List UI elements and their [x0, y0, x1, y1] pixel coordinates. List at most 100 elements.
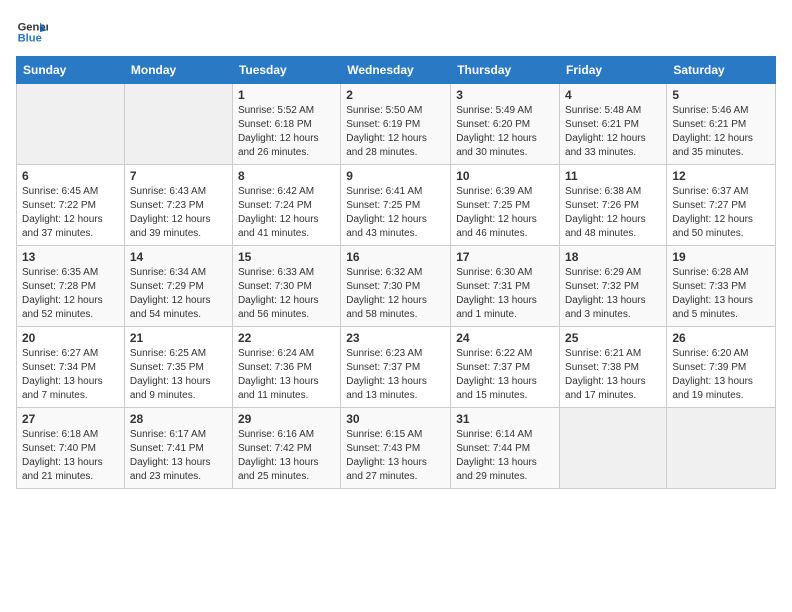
day-cell: 12 Sunrise: 6:37 AM Sunset: 7:27 PM Dayli…	[667, 165, 776, 246]
day-cell: 5 Sunrise: 5:46 AM Sunset: 6:21 PM Daylig…	[667, 84, 776, 165]
day-info: Sunrise: 6:15 AM Sunset: 7:43 PM Dayligh…	[346, 428, 445, 484]
week-row-4: 20Sunrise: 6:27 AM Sunset: 7:34 PM Dayli…	[17, 327, 776, 408]
day-info: Sunrise: 5:49 AM Sunset: 6:20 PM Dayligh…	[456, 104, 554, 160]
calendar-table: SundayMondayTuesdayWednesdayThursdayFrid…	[16, 56, 776, 489]
day-info: Sunrise: 6:17 AM Sunset: 7:41 PM Dayligh…	[130, 428, 227, 484]
day-cell: 1 Sunrise: 5:52 AM Sunset: 6:18 PM Daylig…	[232, 84, 340, 165]
day-cell	[17, 84, 125, 165]
day-info: Sunrise: 6:41 AM Sunset: 7:25 PM Dayligh…	[346, 185, 445, 241]
logo: General Blue	[16, 16, 52, 48]
week-row-3: 13 Sunrise: 6:35 AM Sunset: 7:28 PM Dayli…	[17, 246, 776, 327]
day-info: Sunrise: 6:30 AM Sunset: 7:31 PM Dayligh…	[456, 266, 554, 322]
day-number: 25	[565, 331, 661, 345]
day-number: 27	[22, 412, 119, 426]
day-number: 10	[456, 169, 554, 183]
day-cell: 3 Sunrise: 5:49 AM Sunset: 6:20 PM Daylig…	[451, 84, 560, 165]
day-number: 16	[346, 250, 445, 264]
day-number: 5	[672, 88, 770, 102]
day-info: Sunrise: 6:24 AM Sunset: 7:36 PM Dayligh…	[238, 347, 335, 403]
day-cell	[667, 408, 776, 489]
col-header-monday: Monday	[124, 57, 232, 84]
day-cell: 29 Sunrise: 6:16 AM Sunset: 7:42 PM Dayli…	[232, 408, 340, 489]
day-info: Sunrise: 6:28 AM Sunset: 7:33 PM Dayligh…	[672, 266, 770, 322]
day-info: Sunrise: 6:38 AM Sunset: 7:26 PM Dayligh…	[565, 185, 661, 241]
day-info: Sunrise: 6:25 AM Sunset: 7:35 PM Dayligh…	[130, 347, 227, 403]
day-info: Sunrise: 6:18 AM Sunset: 7:40 PM Dayligh…	[22, 428, 119, 484]
day-info: Sunrise: 6:43 AM Sunset: 7:23 PM Dayligh…	[130, 185, 227, 241]
day-number: 12	[672, 169, 770, 183]
day-number: 21	[130, 331, 227, 345]
day-cell: 24Sunrise: 6:22 AM Sunset: 7:37 PM Dayli…	[451, 327, 560, 408]
col-header-sunday: Sunday	[17, 57, 125, 84]
svg-text:Blue: Blue	[18, 33, 42, 45]
day-cell: 11 Sunrise: 6:38 AM Sunset: 7:26 PM Dayli…	[560, 165, 667, 246]
week-row-2: 6 Sunrise: 6:45 AM Sunset: 7:22 PM Daylig…	[17, 165, 776, 246]
day-cell: 26Sunrise: 6:20 AM Sunset: 7:39 PM Dayli…	[667, 327, 776, 408]
logo-icon: General Blue	[16, 16, 48, 48]
day-info: Sunrise: 6:37 AM Sunset: 7:27 PM Dayligh…	[672, 185, 770, 241]
day-number: 22	[238, 331, 335, 345]
day-info: Sunrise: 5:50 AM Sunset: 6:19 PM Dayligh…	[346, 104, 445, 160]
day-info: Sunrise: 6:35 AM Sunset: 7:28 PM Dayligh…	[22, 266, 119, 322]
day-info: Sunrise: 6:42 AM Sunset: 7:24 PM Dayligh…	[238, 185, 335, 241]
day-number: 7	[130, 169, 227, 183]
day-info: Sunrise: 6:22 AM Sunset: 7:37 PM Dayligh…	[456, 347, 554, 403]
day-cell: 9 Sunrise: 6:41 AM Sunset: 7:25 PM Daylig…	[341, 165, 451, 246]
day-cell: 15 Sunrise: 6:33 AM Sunset: 7:30 PM Dayli…	[232, 246, 340, 327]
day-number: 13	[22, 250, 119, 264]
day-info: Sunrise: 5:52 AM Sunset: 6:18 PM Dayligh…	[238, 104, 335, 160]
day-cell: 30 Sunrise: 6:15 AM Sunset: 7:43 PM Dayli…	[341, 408, 451, 489]
day-number: 14	[130, 250, 227, 264]
day-cell: 28 Sunrise: 6:17 AM Sunset: 7:41 PM Dayli…	[124, 408, 232, 489]
day-number: 2	[346, 88, 445, 102]
day-cell: 17Sunrise: 6:30 AM Sunset: 7:31 PM Dayli…	[451, 246, 560, 327]
day-cell: 18Sunrise: 6:29 AM Sunset: 7:32 PM Dayli…	[560, 246, 667, 327]
day-info: Sunrise: 6:45 AM Sunset: 7:22 PM Dayligh…	[22, 185, 119, 241]
day-number: 1	[238, 88, 335, 102]
day-number: 6	[22, 169, 119, 183]
day-info: Sunrise: 6:14 AM Sunset: 7:44 PM Dayligh…	[456, 428, 554, 484]
day-cell: 7 Sunrise: 6:43 AM Sunset: 7:23 PM Daylig…	[124, 165, 232, 246]
day-number: 26	[672, 331, 770, 345]
day-cell: 23Sunrise: 6:23 AM Sunset: 7:37 PM Dayli…	[341, 327, 451, 408]
day-cell: 21 Sunrise: 6:25 AM Sunset: 7:35 PM Dayli…	[124, 327, 232, 408]
day-cell: 20Sunrise: 6:27 AM Sunset: 7:34 PM Dayli…	[17, 327, 125, 408]
col-header-friday: Friday	[560, 57, 667, 84]
day-cell: 14 Sunrise: 6:34 AM Sunset: 7:29 PM Dayli…	[124, 246, 232, 327]
week-row-5: 27 Sunrise: 6:18 AM Sunset: 7:40 PM Dayli…	[17, 408, 776, 489]
day-number: 4	[565, 88, 661, 102]
day-cell: 6 Sunrise: 6:45 AM Sunset: 7:22 PM Daylig…	[17, 165, 125, 246]
page-header: General Blue	[16, 16, 776, 48]
col-header-wednesday: Wednesday	[341, 57, 451, 84]
day-info: Sunrise: 6:29 AM Sunset: 7:32 PM Dayligh…	[565, 266, 661, 322]
day-cell: 16Sunrise: 6:32 AM Sunset: 7:30 PM Dayli…	[341, 246, 451, 327]
day-info: Sunrise: 6:23 AM Sunset: 7:37 PM Dayligh…	[346, 347, 445, 403]
day-info: Sunrise: 5:46 AM Sunset: 6:21 PM Dayligh…	[672, 104, 770, 160]
day-number: 15	[238, 250, 335, 264]
day-number: 11	[565, 169, 661, 183]
day-cell: 27 Sunrise: 6:18 AM Sunset: 7:40 PM Dayli…	[17, 408, 125, 489]
day-info: Sunrise: 6:33 AM Sunset: 7:30 PM Dayligh…	[238, 266, 335, 322]
day-info: Sunrise: 5:48 AM Sunset: 6:21 PM Dayligh…	[565, 104, 661, 160]
day-cell: 2 Sunrise: 5:50 AM Sunset: 6:19 PM Daylig…	[341, 84, 451, 165]
day-number: 19	[672, 250, 770, 264]
day-number: 31	[456, 412, 554, 426]
day-cell: 19 Sunrise: 6:28 AM Sunset: 7:33 PM Dayli…	[667, 246, 776, 327]
day-number: 30	[346, 412, 445, 426]
day-cell: 31 Sunrise: 6:14 AM Sunset: 7:44 PM Dayli…	[451, 408, 560, 489]
day-number: 29	[238, 412, 335, 426]
day-number: 28	[130, 412, 227, 426]
col-header-thursday: Thursday	[451, 57, 560, 84]
day-info: Sunrise: 6:21 AM Sunset: 7:38 PM Dayligh…	[565, 347, 661, 403]
day-cell: 4 Sunrise: 5:48 AM Sunset: 6:21 PM Daylig…	[560, 84, 667, 165]
day-number: 9	[346, 169, 445, 183]
day-cell: 10Sunrise: 6:39 AM Sunset: 7:25 PM Dayli…	[451, 165, 560, 246]
day-number: 3	[456, 88, 554, 102]
day-info: Sunrise: 6:34 AM Sunset: 7:29 PM Dayligh…	[130, 266, 227, 322]
day-info: Sunrise: 6:16 AM Sunset: 7:42 PM Dayligh…	[238, 428, 335, 484]
day-info: Sunrise: 6:27 AM Sunset: 7:34 PM Dayligh…	[22, 347, 119, 403]
week-row-1: 1 Sunrise: 5:52 AM Sunset: 6:18 PM Daylig…	[17, 84, 776, 165]
header-row: SundayMondayTuesdayWednesdayThursdayFrid…	[17, 57, 776, 84]
day-cell	[124, 84, 232, 165]
day-cell: 8Sunrise: 6:42 AM Sunset: 7:24 PM Daylig…	[232, 165, 340, 246]
